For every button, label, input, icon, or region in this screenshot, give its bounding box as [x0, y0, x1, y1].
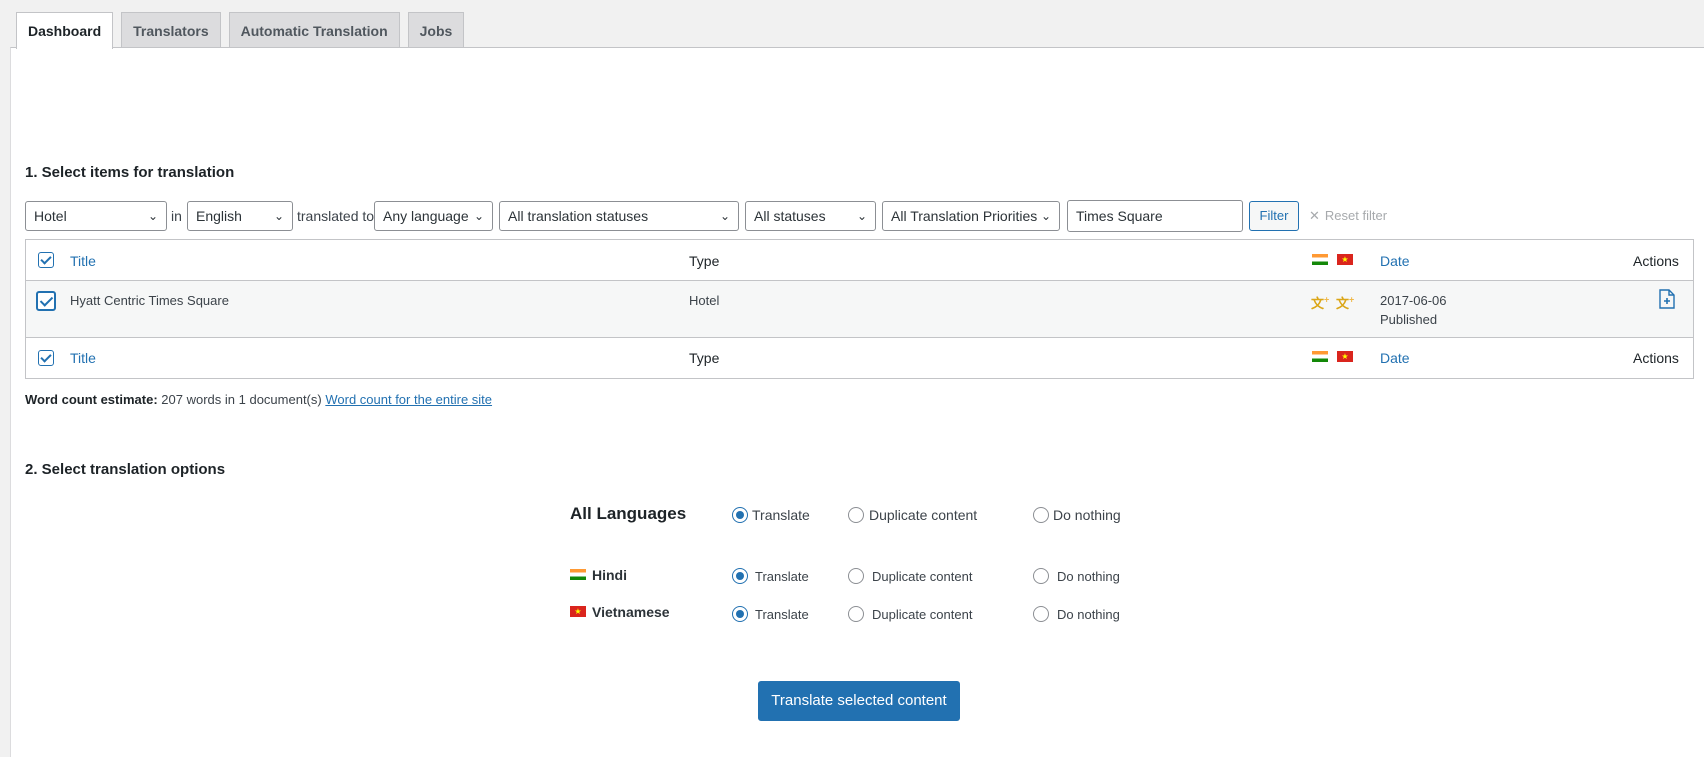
search-input[interactable] [1067, 200, 1243, 232]
word-count-site-link[interactable]: Word count for the entire site [325, 392, 492, 407]
items-table: Title Type ★ Date Actions Hyatt Centric … [25, 239, 1694, 379]
translation-status-value: All translation statuses [508, 208, 649, 224]
vietnamese-translate-label: Translate [755, 607, 809, 622]
all-do-nothing-label: Do nothing [1053, 507, 1121, 523]
translation-status-select[interactable]: All translation statuses ⌄ [499, 201, 739, 231]
title-column-header[interactable]: Title [70, 253, 96, 269]
tab-jobs[interactable]: Jobs [407, 12, 465, 48]
date-column-header[interactable]: Date [1380, 253, 1410, 269]
target-language-select[interactable]: Any language ⌄ [374, 201, 493, 231]
hindi-translate-radio[interactable] [732, 568, 748, 584]
vietnamese-duplicate-label: Duplicate content [872, 607, 973, 622]
chevron-down-icon: ⌄ [147, 209, 158, 223]
row-title: Hyatt Centric Times Square [70, 293, 229, 308]
post-type-value: Hotel [34, 208, 67, 224]
reset-filter-link[interactable]: ✕ Reset filter [1309, 208, 1387, 224]
tab-bar: Dashboard Translators Automatic Translat… [16, 12, 465, 49]
tab-translators[interactable]: Translators [121, 12, 221, 48]
status-select[interactable]: All statuses ⌄ [745, 201, 876, 231]
tab-automatic-translation[interactable]: Automatic Translation [228, 12, 400, 48]
status-value: All statuses [754, 208, 826, 224]
hindi-do-nothing-label: Do nothing [1057, 569, 1120, 584]
row-status: Published [1380, 312, 1438, 327]
source-language-select[interactable]: English ⌄ [187, 201, 293, 231]
word-count-text: 207 words in 1 document(s) [161, 392, 322, 407]
hindi-translate-label: Translate [755, 569, 809, 584]
type-column-header: Type [689, 253, 720, 269]
all-languages-label: All Languages [570, 504, 687, 523]
select-all-checkbox[interactable] [38, 252, 54, 268]
chevron-down-icon: ⌄ [856, 209, 867, 223]
flag-india-icon [1312, 351, 1328, 362]
hindi-duplicate-label: Duplicate content [872, 569, 973, 584]
section-translation-options-title: 2. Select translation options [25, 461, 226, 478]
chevron-down-icon: ⌄ [273, 209, 284, 223]
target-language-value: Any language [383, 208, 469, 224]
chevron-down-icon: ⌄ [1040, 209, 1051, 223]
hindi-duplicate-radio[interactable] [848, 568, 864, 584]
word-count-label: Word count estimate: [25, 392, 158, 407]
flag-india-icon [570, 569, 586, 580]
all-translate-radio[interactable] [732, 507, 748, 523]
close-icon: ✕ [1309, 208, 1320, 223]
all-translate-label: Translate [752, 507, 810, 523]
translated-to-label: translated to [297, 208, 375, 224]
flag-india-icon [1312, 254, 1328, 265]
chevron-down-icon: ⌄ [719, 209, 730, 223]
flag-vietnam-icon: ★ [1337, 351, 1353, 362]
row-checkbox[interactable] [36, 291, 56, 311]
vietnamese-translate-radio[interactable] [732, 606, 748, 622]
reset-filter-label: Reset filter [1324, 208, 1388, 223]
title-column-footer[interactable]: Title [70, 350, 96, 366]
vietnamese-label: Vietnamese [592, 604, 670, 620]
vietnamese-duplicate-radio[interactable] [848, 606, 864, 622]
all-duplicate-label: Duplicate content [869, 507, 978, 523]
flag-vietnam-icon: ★ [1337, 254, 1353, 265]
in-label: in [171, 208, 182, 224]
date-column-footer[interactable]: Date [1380, 350, 1410, 366]
translate-selected-content-button[interactable]: Translate selected content [758, 681, 960, 721]
actions-column-header: Actions [1633, 253, 1679, 269]
row-date: 2017-06-06 [1380, 293, 1447, 308]
all-duplicate-radio[interactable] [848, 507, 864, 523]
chevron-down-icon: ⌄ [473, 209, 484, 223]
table-row: Hyatt Centric Times Square Hotel 文+ 文+ 2… [26, 281, 1693, 338]
translate-hindi-icon[interactable]: 文+ [1311, 293, 1329, 312]
tab-dashboard[interactable]: Dashboard [16, 12, 114, 49]
section-select-items-title: 1. Select items for translation [25, 164, 235, 181]
table-footer-row: Title Type ★ Date Actions [26, 338, 1693, 378]
post-type-select[interactable]: Hotel ⌄ [25, 201, 167, 231]
row-type: Hotel [689, 293, 720, 308]
table-header-row: Title Type ★ Date Actions [26, 240, 1693, 281]
flag-vietnam-icon: ★ [570, 606, 586, 617]
select-all-checkbox-footer[interactable] [38, 350, 54, 366]
hindi-label: Hindi [592, 567, 627, 583]
word-count-estimate: Word count estimate: 207 words in 1 docu… [25, 392, 492, 407]
source-language-value: English [196, 208, 242, 224]
add-document-icon[interactable] [1659, 289, 1675, 309]
actions-column-footer: Actions [1633, 350, 1679, 366]
priority-value: All Translation Priorities [891, 208, 1038, 224]
filter-button[interactable]: Filter [1249, 201, 1299, 231]
all-do-nothing-radio[interactable] [1033, 507, 1049, 523]
hindi-do-nothing-radio[interactable] [1033, 568, 1049, 584]
translate-vietnamese-icon[interactable]: 文+ [1336, 293, 1354, 312]
vietnamese-do-nothing-label: Do nothing [1057, 607, 1120, 622]
vietnamese-do-nothing-radio[interactable] [1033, 606, 1049, 622]
type-column-footer: Type [689, 350, 720, 366]
priority-select[interactable]: All Translation Priorities ⌄ [882, 201, 1060, 231]
